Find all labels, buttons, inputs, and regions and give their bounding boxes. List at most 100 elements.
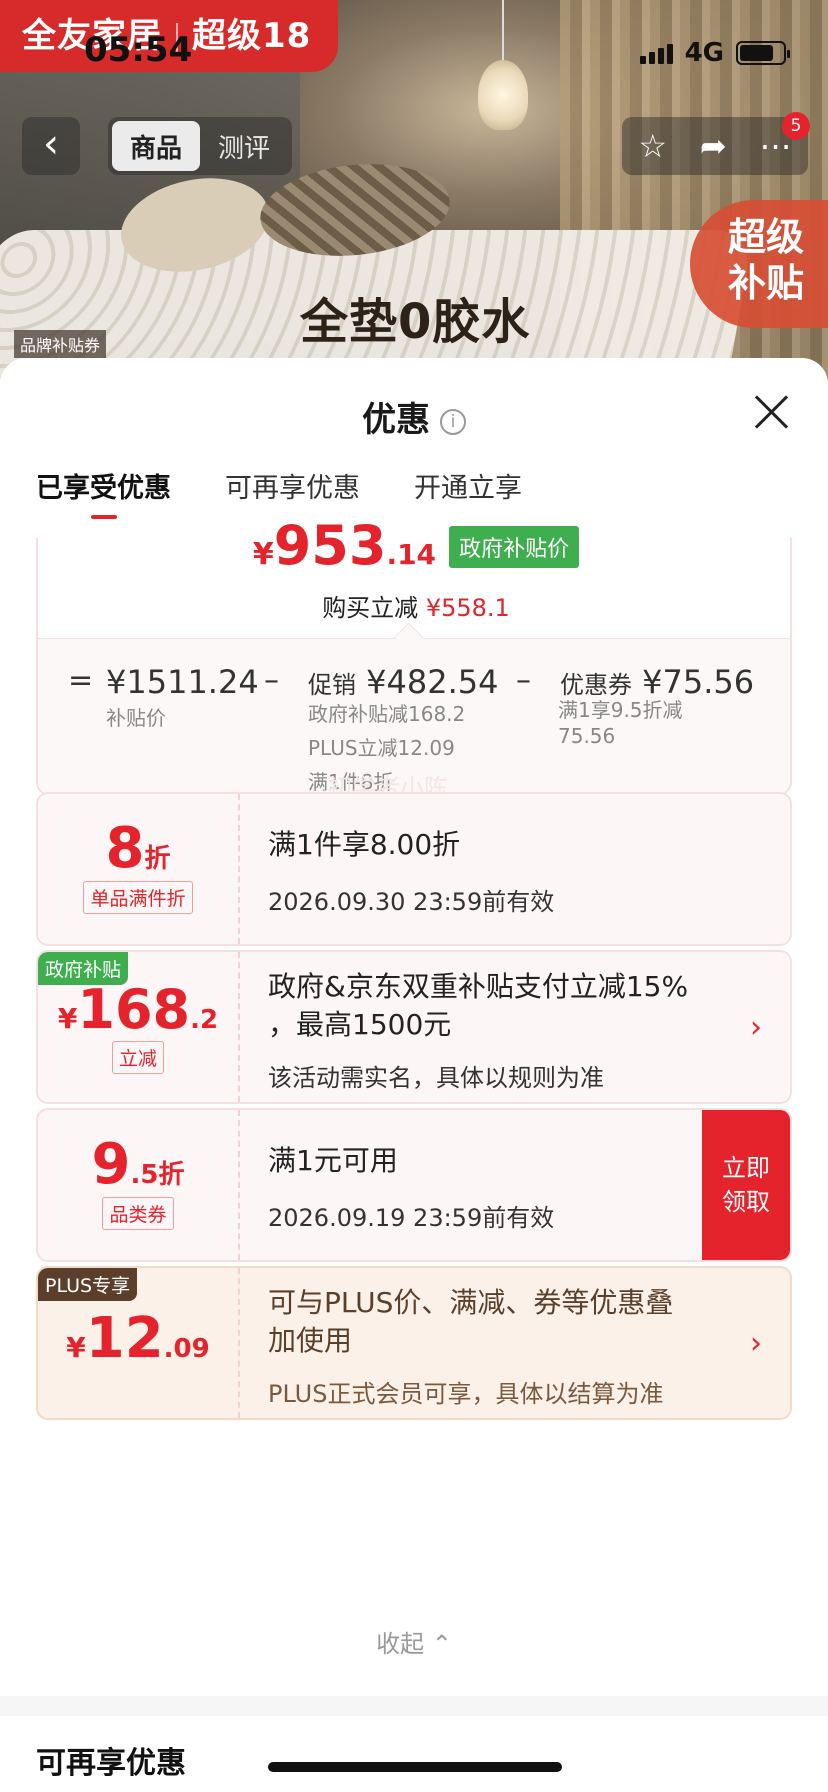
offer-title-line: 可与PLUS价、满减、券等优惠叠	[268, 1286, 674, 1319]
offer-number: 168	[77, 978, 191, 1041]
notification-badge: 5	[782, 112, 810, 140]
star-icon[interactable]: ☆	[638, 127, 667, 165]
gov-subsidy-price-tag: 政府补贴价	[449, 526, 580, 568]
card-divider	[238, 1110, 240, 1260]
offer-value: ¥12.09	[38, 1268, 238, 1418]
tab-more-discounts[interactable]: 可再享优惠	[225, 466, 360, 519]
battery-level	[740, 45, 773, 61]
minus-sign: –	[264, 663, 279, 698]
status-time: 05:54	[84, 30, 193, 70]
promo-amount: 促销 ¥482.54	[308, 663, 499, 701]
offer-card-gov-subsidy[interactable]: 政府补贴 ¥168.2 立减 政府&京东双重补贴支付立减15% ，最高1500元…	[36, 950, 792, 1104]
reduction-label: 购买立减	[322, 594, 419, 622]
tab-product[interactable]: 商品	[112, 121, 200, 171]
offer-validity: 2026.09.30 23:59前有效	[268, 888, 555, 916]
offer-currency: ¥	[57, 1002, 78, 1035]
product-review-switch: 商品 测评	[108, 117, 292, 175]
offer-title: 政府&京东双重补贴支付立减15% ，最高1500元	[268, 968, 688, 1044]
tab-activate[interactable]: 开通立享	[414, 466, 522, 519]
chevron-right-icon[interactable]: ›	[750, 1326, 762, 1361]
card-divider	[238, 952, 240, 1102]
offer-title: 满1元可用	[268, 1144, 398, 1177]
offer-value-amount: 8折	[38, 816, 238, 881]
coupon-details: 满1享9.5折减 75.56	[558, 697, 683, 749]
promo-detail: PLUS立减12.09	[308, 736, 455, 760]
offer-value-amount: ¥12.09	[38, 1306, 238, 1371]
offer-title: 可与PLUS价、满减、券等优惠叠 加使用	[268, 1284, 673, 1360]
offer-card-plus[interactable]: PLUS专享 ¥12.09 可与PLUS价、满减、券等优惠叠 加使用 PLUS正…	[36, 1266, 792, 1420]
offer-card-discount[interactable]: 8折 单品满件折 满1件享8.00折 2026.09.30 23:59前有效	[36, 792, 792, 946]
minus-sign: –	[516, 663, 531, 698]
promo-label: 促销	[308, 671, 356, 699]
product-banner: 全友家居 超级18 05:54 4G ‹ 商品 测评 ☆ ➦ ⋯ 5 超级 补贴 …	[0, 0, 828, 380]
offer-title-line: 政府&京东双重补贴支付立减15%	[268, 970, 689, 1003]
offer-number: 12	[85, 1306, 164, 1371]
collapse-label: 收起	[376, 1630, 425, 1658]
offer-decimal: .5	[130, 1160, 159, 1190]
status-indicators: 4G	[639, 38, 790, 68]
final-price: ¥953.14 政府补贴价	[38, 514, 794, 577]
sheet-title: 优惠 i	[0, 392, 828, 441]
price-integer: 953	[273, 514, 387, 577]
offer-value: 8折 单品满件折	[38, 794, 238, 944]
lamp-image	[478, 60, 528, 130]
price-decimal: .14	[386, 538, 437, 571]
info-icon[interactable]: i	[440, 408, 466, 435]
offer-rule: 该活动需实名，具体以规则为准	[268, 1064, 604, 1092]
brand-subsidy-tag: 品牌补贴券	[14, 330, 107, 358]
chevron-up-icon: ⌃	[431, 1630, 452, 1658]
back-button[interactable]: ‹	[22, 117, 80, 175]
coupon-amount: 优惠券 ¥75.56	[560, 663, 754, 701]
offer-title: 满1件享8.00折	[268, 828, 461, 861]
offer-value: 9.5折 品类券	[38, 1110, 238, 1260]
super-subsidy-badge: 超级 补贴	[690, 200, 828, 328]
offer-number: 9	[91, 1132, 131, 1197]
coupon-value: ¥75.56	[642, 663, 755, 701]
battery-icon	[736, 41, 790, 65]
promo-event: 超级18	[192, 16, 312, 56]
share-icon[interactable]: ➦	[700, 127, 727, 165]
sheet-title-text: 优惠	[362, 400, 430, 440]
offer-currency: ¥	[66, 1331, 86, 1364]
promo-value: ¥482.54	[366, 663, 499, 701]
offer-unit: 折	[144, 844, 171, 874]
claim-coupon-button[interactable]: 立即 领取	[702, 1110, 790, 1260]
offer-title-line: 加使用	[268, 1324, 353, 1357]
signal-icon	[639, 42, 673, 64]
offer-value: ¥168.2 立减	[38, 952, 238, 1102]
close-button[interactable]	[752, 392, 792, 432]
offer-decimal: .2	[190, 1005, 219, 1035]
price-summary-card: ¥953.14 政府补贴价 购买立减 ¥558.1 = ¥1511.24 补贴价…	[36, 514, 794, 802]
offer-card-category-coupon[interactable]: 9.5折 品类券 满1元可用 2026.09.19 23:59前有效 立即 领取	[36, 1108, 792, 1262]
offer-value-amount: ¥168.2	[38, 978, 238, 1041]
offer-unit: 折	[158, 1160, 185, 1190]
chevron-right-icon[interactable]: ›	[750, 1010, 762, 1045]
instant-reduction: 购买立减 ¥558.1	[38, 588, 794, 623]
subsidy-badge-line: 超级	[728, 215, 805, 259]
tab-enjoyed[interactable]: 已享受优惠	[36, 466, 171, 519]
home-indicator[interactable]	[268, 1762, 562, 1772]
equals-sign: =	[68, 663, 94, 698]
offer-title-line: ，最高1500元	[268, 1008, 452, 1041]
subsidy-price-value: ¥1511.24	[106, 663, 259, 701]
offer-number: 8	[105, 816, 145, 881]
offer-type-tag: 品类券	[102, 1197, 174, 1230]
promo-detail: 政府补贴减168.2	[308, 702, 466, 726]
offer-rule: PLUS正式会员可享，具体以结算为准	[268, 1380, 664, 1408]
coupon-detail: 75.56	[558, 724, 616, 748]
claim-button-line: 领取	[722, 1188, 770, 1216]
collapse-button[interactable]: 收起 ⌃	[0, 1624, 828, 1659]
offer-validity: 2026.09.19 23:59前有效	[268, 1204, 555, 1232]
subsidy-price-label: 补贴价	[106, 706, 166, 730]
product-slogan: 全垫0胶水	[300, 294, 531, 350]
header-actions: ☆ ➦ ⋯	[622, 117, 808, 175]
currency-symbol: ¥	[252, 537, 274, 572]
offer-value-amount: 9.5折	[38, 1132, 238, 1197]
network-label: 4G	[684, 38, 724, 68]
section-separator	[0, 1696, 828, 1716]
lamp-cord	[502, 0, 504, 62]
offer-type-tag: 单品满件折	[83, 881, 193, 914]
subsidy-badge-line: 补贴	[728, 261, 805, 305]
coupon-detail: 满1享9.5折减	[558, 698, 683, 722]
tab-review[interactable]: 测评	[200, 121, 288, 171]
